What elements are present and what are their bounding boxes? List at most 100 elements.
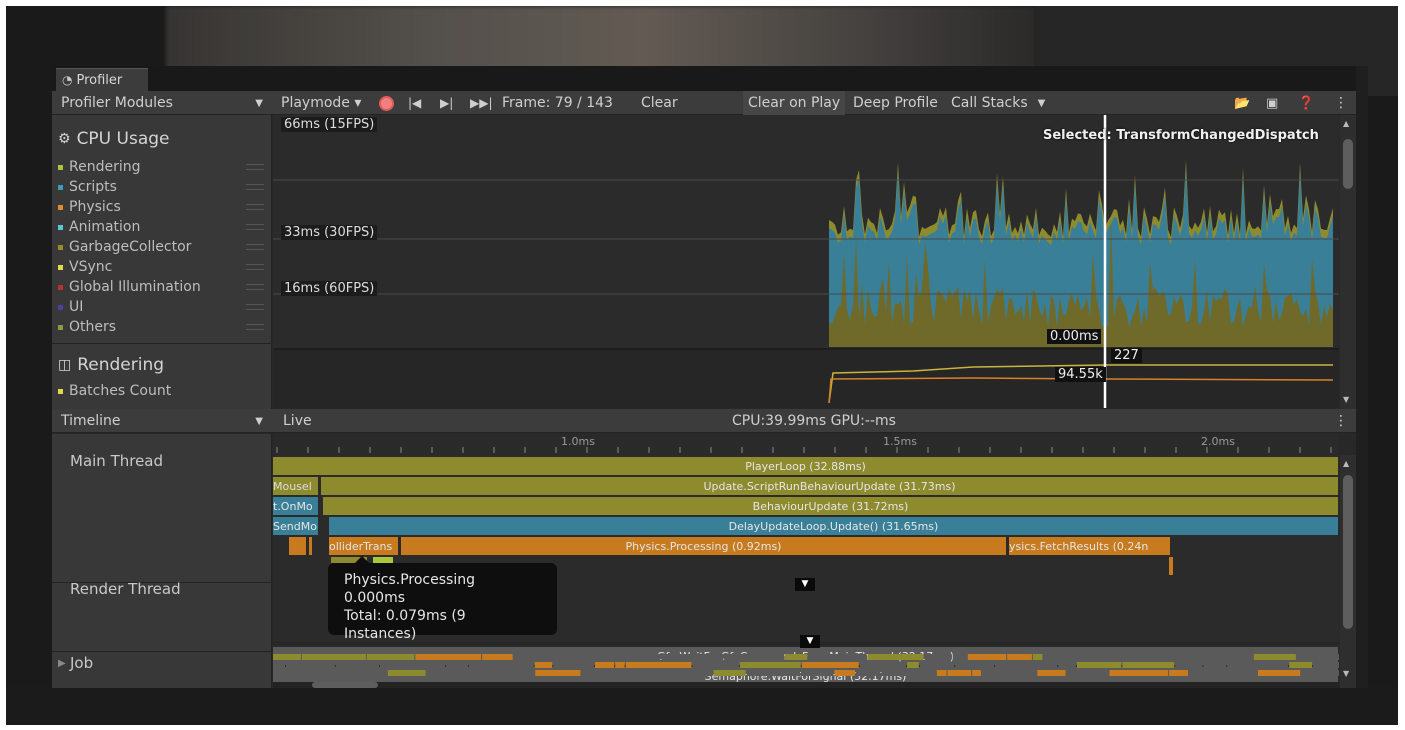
legend-item-garbagecollector[interactable]: GarbageCollector [58, 237, 268, 257]
legend-item-vsync[interactable]: VSync [58, 257, 268, 277]
drag-handle-icon[interactable] [246, 264, 264, 270]
tab-profiler[interactable]: ◔ Profiler [56, 68, 148, 91]
frame-counter: Frame: 79 / 143 [502, 91, 613, 115]
cpu-module-label: CPU Usage [76, 129, 170, 149]
scroll-down-icon: ▼ [1343, 395, 1350, 404]
drag-handle-icon[interactable] [246, 244, 264, 250]
save-button[interactable]: ▣ [1266, 91, 1278, 115]
deep-profile-label: Deep Profile [853, 95, 938, 111]
sample-small[interactable] [289, 537, 307, 555]
call-stacks-label: Call Stacks [951, 95, 1028, 111]
clear-button[interactable]: Clear [636, 91, 683, 115]
scroll-down-icon: ▼ [1343, 669, 1350, 678]
legend-item-ui[interactable]: UI [58, 297, 268, 317]
thread-render[interactable]: Render Thread [70, 580, 181, 598]
tooltip-name: Physics.Processing [344, 572, 475, 588]
legend-label: Global Illumination [69, 279, 201, 295]
scrollbar-thumb[interactable] [1343, 475, 1353, 629]
sample-behaviour-update[interactable]: BehaviourUpdate (31.72ms) [323, 497, 1339, 515]
live-label: Live [283, 413, 312, 429]
more-menu-button[interactable]: ⋮ [1334, 91, 1348, 115]
expand-render-icon[interactable]: ▼ [800, 635, 820, 648]
legend-item-rendering[interactable]: Rendering [58, 157, 268, 177]
drag-handle-icon[interactable] [246, 324, 264, 330]
rendering-module-label: Rendering [77, 355, 165, 375]
legend-label: Animation [69, 219, 141, 235]
job-lanes[interactable] [273, 652, 1339, 682]
cpu-icon: ⚙ [58, 131, 71, 147]
cpu-module-title[interactable]: ⚙ CPU Usage [58, 127, 170, 151]
legend-label: Others [69, 319, 117, 335]
sample-collider-transform[interactable]: olliderTrans [329, 537, 399, 555]
drag-handle-icon[interactable] [246, 304, 264, 310]
help-button[interactable]: ❓ [1298, 91, 1314, 115]
sample-playerloop[interactable]: PlayerLoop (32.88ms) [273, 457, 1339, 475]
timeline-toolbar: Timeline ▼ Live CPU:39.99ms GPU:--ms ⋮ [52, 409, 1368, 433]
sample-mouse[interactable]: Mousel [273, 477, 319, 495]
legend-item-others[interactable]: Others [58, 317, 268, 337]
legend-swatch [58, 388, 63, 394]
legend-swatch [58, 324, 63, 330]
rendering-value-a: 227 [1111, 348, 1142, 363]
legend-label: Rendering [69, 159, 141, 175]
scrollbar-thumb[interactable] [1343, 139, 1353, 189]
fast-forward-icon: ▶▶| [470, 96, 493, 110]
timeline-hscroll-thumb[interactable] [312, 682, 378, 688]
rendering-module-title[interactable]: ◫ Rendering [58, 353, 164, 377]
ruler-label: 2.0ms [1201, 435, 1235, 448]
sample-small[interactable] [1169, 557, 1173, 575]
gridline-label: 66ms (15FPS) [281, 117, 378, 132]
modules-scrollbar[interactable]: ▲ ▼ [1340, 115, 1356, 409]
call-stacks-toggle[interactable]: Call Stacks ▼ [946, 91, 1050, 115]
cpu-usage-chart[interactable]: 66ms (15FPS) 33ms (30FPS) 16ms (60FPS) S… [273, 115, 1339, 408]
legend-label: Physics [69, 199, 121, 215]
last-frame-button[interactable]: ▶▶| [470, 91, 493, 115]
legend-item-global-illumination[interactable]: Global Illumination [58, 277, 268, 297]
playmode-dropdown[interactable]: Playmode ▾ [276, 91, 366, 115]
sample-tooltip: Physics.Processing 0.000ms Total: 0.079m… [328, 563, 557, 642]
view-dropdown[interactable]: Timeline ▼ [56, 409, 268, 433]
thread-job[interactable]: Job [70, 654, 93, 672]
kebab-icon: ⋮ [1334, 413, 1348, 429]
profiler-icon: ◔ [62, 73, 73, 87]
timeline-menu-button[interactable]: ⋮ [1334, 409, 1348, 433]
sample-small[interactable] [309, 537, 313, 555]
sample-script-run[interactable]: Update.ScriptRunBehaviourUpdate (31.73ms… [321, 477, 1339, 495]
first-frame-button[interactable]: |◀ [408, 91, 421, 115]
live-toggle[interactable]: Live [278, 409, 317, 433]
load-button[interactable]: 📂 [1234, 91, 1250, 115]
modules-list: ⚙ CPU Usage Rendering Scripts Physics Anima… [52, 115, 272, 409]
drag-handle-icon[interactable] [246, 184, 264, 190]
sample-onmouse[interactable]: t.OnMo [273, 497, 319, 515]
folder-icon: 📂 [1234, 95, 1251, 111]
legend-item-batches[interactable]: Batches Count [58, 381, 268, 401]
legend-swatch [58, 164, 63, 170]
kebab-icon: ⋮ [1334, 95, 1348, 111]
deep-profile-toggle[interactable]: Deep Profile [848, 91, 943, 115]
tooltip-self-time: 0.000ms [344, 590, 406, 606]
next-frame-button[interactable]: ▶| [440, 91, 453, 115]
legend-swatch [58, 184, 63, 190]
drag-handle-icon[interactable] [246, 164, 264, 170]
dropdown-arrow-icon: ▼ [1037, 97, 1046, 109]
time-ruler[interactable]: 1.0ms 1.5ms 2.0ms [273, 434, 1339, 455]
expand-arrow-icon[interactable]: ▶ [58, 658, 66, 669]
drag-handle-icon[interactable] [246, 224, 264, 230]
timeline-scrollbar[interactable]: ▲ ▼ [1340, 455, 1356, 688]
sample-physics-processing[interactable]: Physics.Processing (0.92ms) [401, 537, 1007, 555]
drag-handle-icon[interactable] [246, 204, 264, 210]
sample-delay-update[interactable]: DelayUpdateLoop.Update() (31.65ms) [329, 517, 1339, 535]
legend-item-animation[interactable]: Animation [58, 217, 268, 237]
sample-fetch-results[interactable]: ysics.FetchResults (0.24n [1009, 537, 1171, 555]
thread-main[interactable]: Main Thread [70, 452, 163, 470]
legend-item-physics[interactable]: Physics [58, 197, 268, 217]
expand-thread-icon[interactable]: ▼ [795, 578, 815, 591]
profiler-modules-dropdown[interactable]: Profiler Modules ▼ [56, 91, 268, 115]
legend-swatch [58, 284, 63, 290]
sample-sendmouse[interactable]: SendMo [273, 517, 319, 535]
legend-swatch [58, 304, 63, 310]
record-button[interactable] [379, 91, 394, 115]
drag-handle-icon[interactable] [246, 284, 264, 290]
clear-on-play-toggle[interactable]: Clear on Play [743, 91, 846, 115]
legend-item-scripts[interactable]: Scripts [58, 177, 268, 197]
